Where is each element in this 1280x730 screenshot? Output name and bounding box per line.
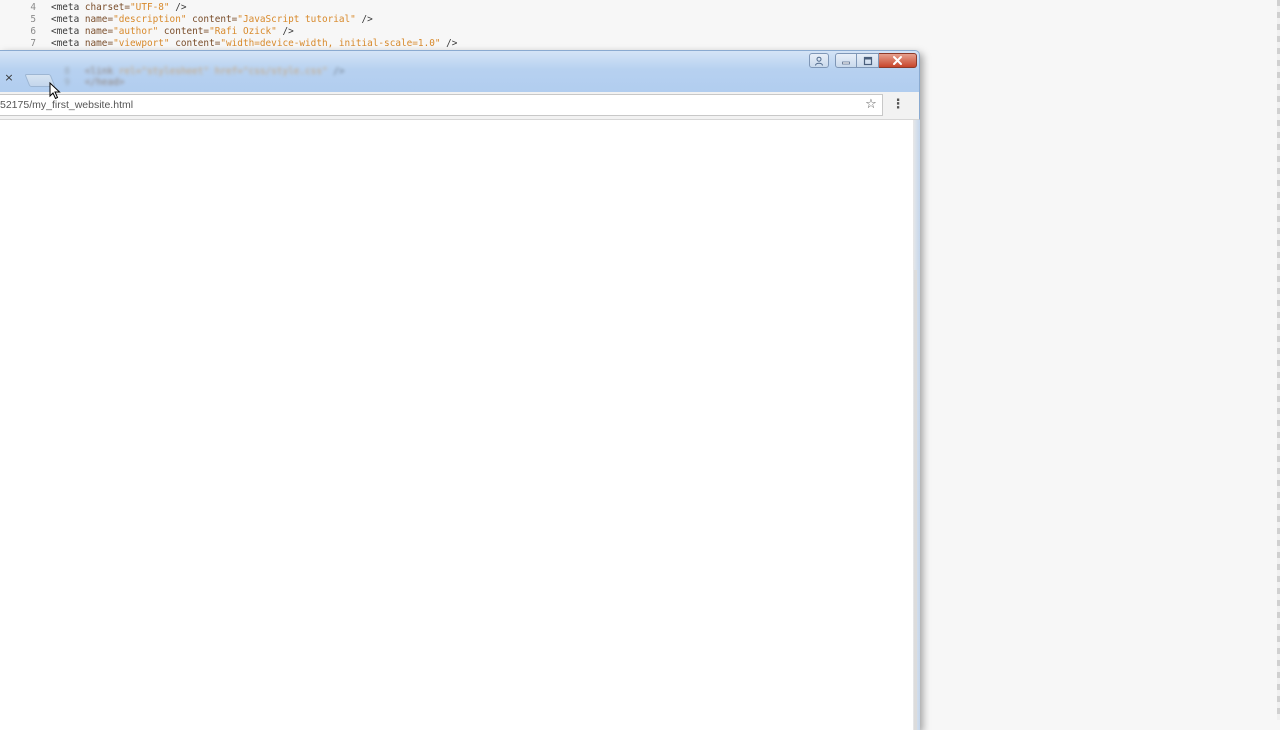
code-attribute: content= bbox=[169, 38, 221, 49]
address-bar[interactable]: 52175/my_first_website.html ☆ bbox=[0, 94, 883, 116]
url-text[interactable]: 52175/my_first_website.html bbox=[0, 95, 133, 115]
code-string: "author" bbox=[113, 26, 159, 37]
code-attribute: name= bbox=[84, 14, 114, 25]
window-close-icon bbox=[893, 56, 902, 65]
code-string: "viewport" bbox=[113, 38, 170, 49]
code-attribute: content= bbox=[158, 26, 210, 37]
code-attribute: name= bbox=[84, 38, 114, 49]
code-string: "UTF-8" bbox=[130, 2, 170, 13]
code-line-4: 4 <meta charset="UTF-8" /> bbox=[0, 2, 186, 14]
page-viewport[interactable] bbox=[0, 120, 913, 730]
line-number: 4 bbox=[30, 2, 36, 13]
line-number: 6 bbox=[30, 26, 36, 37]
code-string: "JavaScript tutorial" bbox=[237, 14, 356, 25]
browser-toolbar: 52175/my_first_website.html ☆ ⋮ bbox=[0, 92, 920, 120]
code-attribute: charset= bbox=[84, 2, 131, 13]
browser-titlebar[interactable]: 8 <link rel="stylesheet" href="css/style.… bbox=[0, 50, 920, 92]
code-text: <meta bbox=[51, 14, 85, 25]
minimize-button[interactable] bbox=[835, 53, 857, 68]
code-text: <meta bbox=[51, 38, 85, 49]
maximize-button[interactable] bbox=[857, 53, 879, 68]
ghost-code-line-2: 9 </head> bbox=[64, 77, 125, 88]
code-text: /> bbox=[355, 14, 373, 25]
tab-close-icon[interactable]: × bbox=[3, 71, 15, 85]
code-text: /> bbox=[276, 26, 294, 37]
code-string: "Rafi Ozick" bbox=[209, 26, 277, 37]
browser-menu-icon[interactable]: ⋮ bbox=[890, 96, 906, 114]
line-number: 5 bbox=[30, 14, 36, 25]
code-text: /> bbox=[169, 2, 187, 13]
line-number: 7 bbox=[30, 38, 36, 49]
code-string: "width=device-width, initial-scale=1.0" bbox=[220, 38, 441, 49]
bookmark-star-icon[interactable]: ☆ bbox=[863, 97, 879, 113]
code-attribute: content= bbox=[186, 14, 238, 25]
window-controls bbox=[809, 53, 917, 69]
window-right-border bbox=[913, 120, 920, 730]
mouse-cursor-icon bbox=[49, 82, 61, 100]
code-text: <meta bbox=[51, 26, 85, 37]
code-line-6: 6 <meta name="author" content="Rafi Ozick… bbox=[0, 26, 294, 38]
window-close-button[interactable] bbox=[879, 53, 917, 68]
code-line-5: 5 <meta name="description" content="JavaS… bbox=[0, 14, 373, 26]
user-button[interactable] bbox=[809, 53, 829, 68]
minimize-icon bbox=[842, 61, 850, 64]
code-text: /> bbox=[440, 38, 458, 49]
code-line-7: 7 <meta name="viewport" content="width=de… bbox=[0, 38, 457, 50]
scrollbar-thumb[interactable] bbox=[914, 270, 917, 730]
user-icon bbox=[815, 56, 823, 66]
maximize-icon bbox=[863, 56, 872, 65]
code-string: "description" bbox=[113, 14, 187, 25]
browser-window: 8 <link rel="stylesheet" href="css/style.… bbox=[0, 50, 920, 730]
code-text: <meta bbox=[51, 2, 85, 13]
code-attribute: name= bbox=[84, 26, 114, 37]
